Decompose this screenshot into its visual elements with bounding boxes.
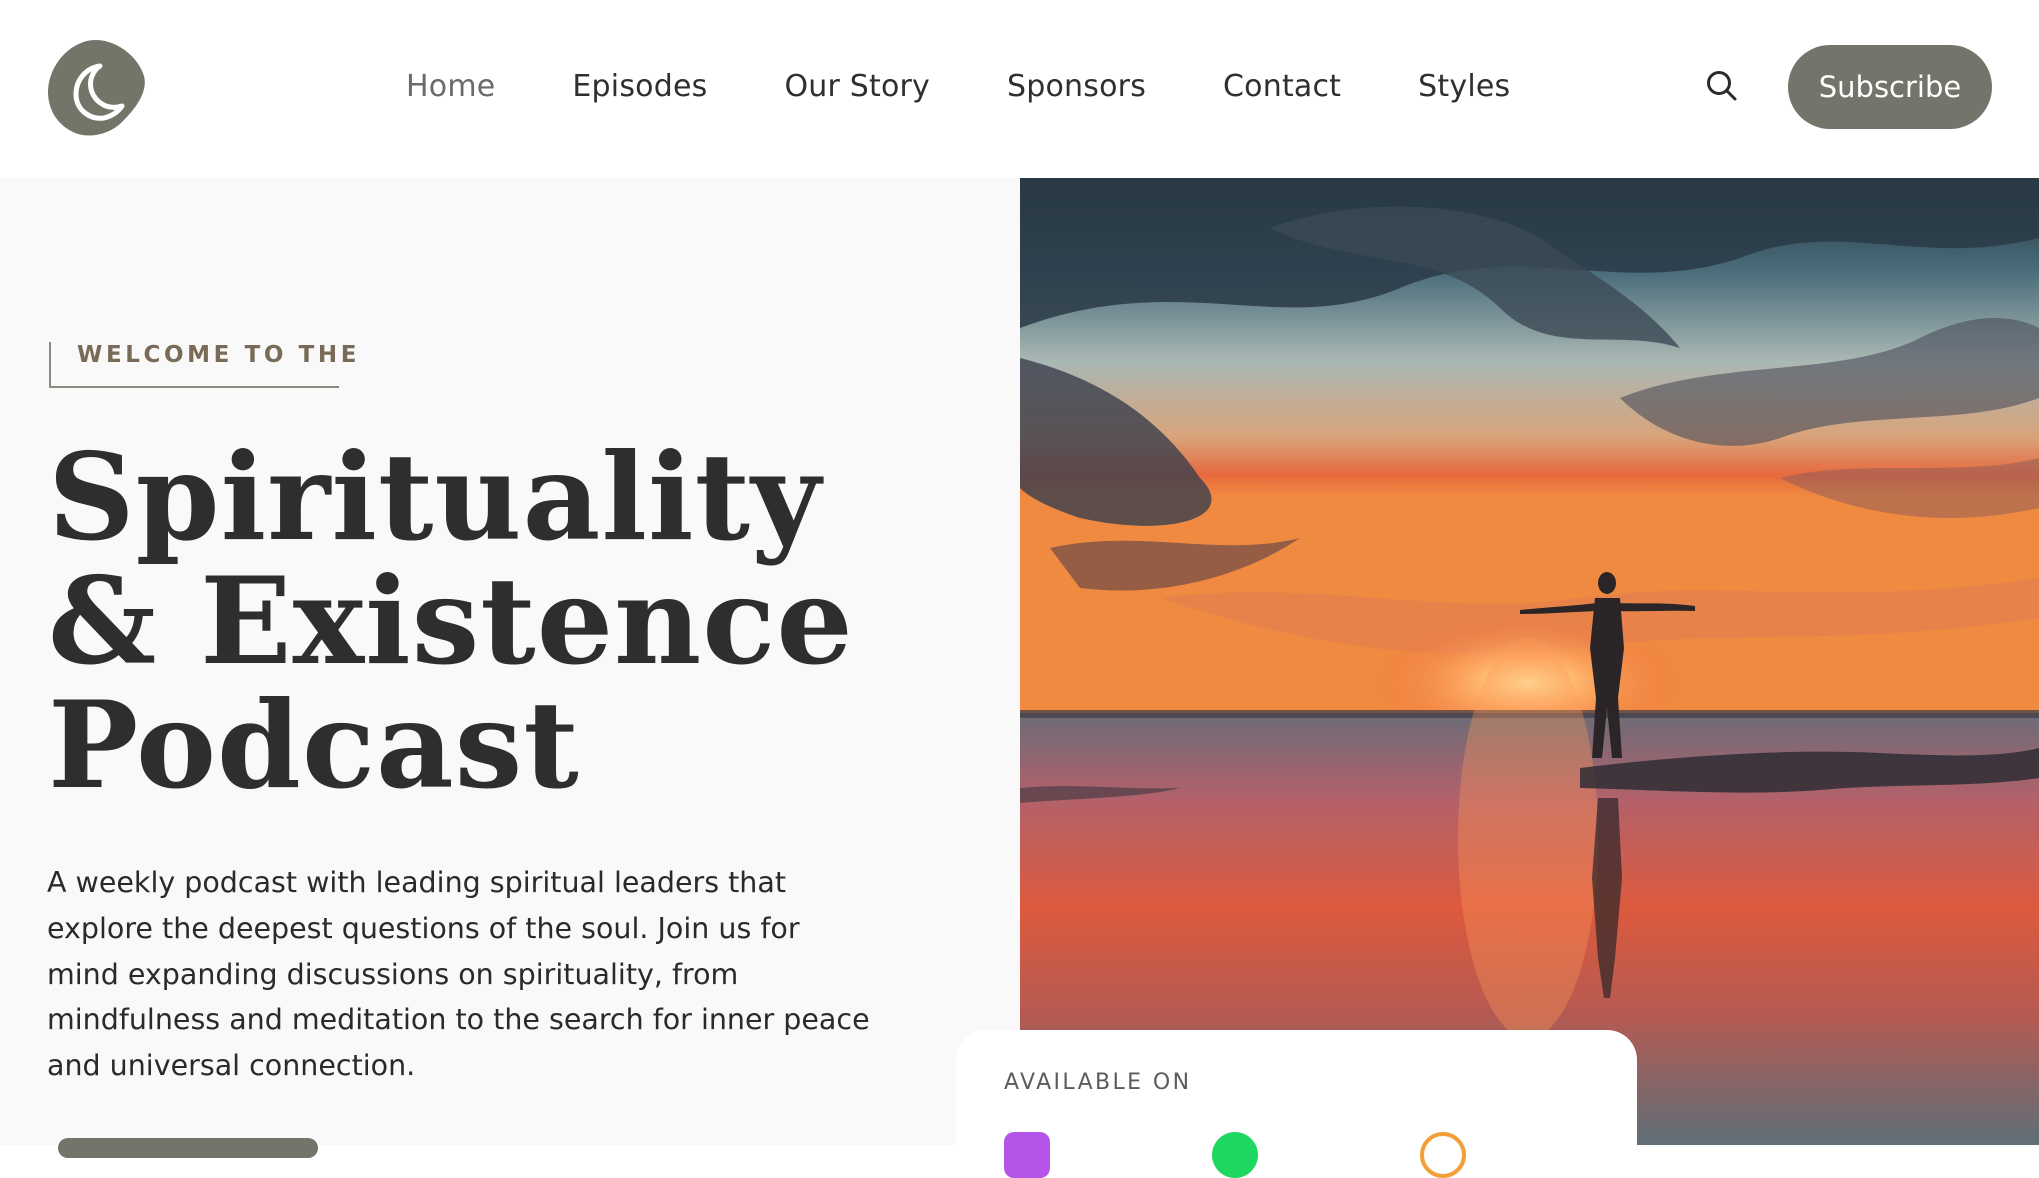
moon-icon — [48, 40, 145, 136]
hero-image — [1020, 178, 2039, 1145]
site-header: Home Episodes Our Story Sponsors Contact… — [0, 0, 2039, 178]
subscribe-button[interactable]: Subscribe — [1788, 45, 1992, 129]
nav-episodes[interactable]: Episodes — [572, 69, 707, 104]
available-on-card: AVAILABLE ON — [956, 1030, 1637, 1178]
search-button[interactable] — [1704, 68, 1740, 104]
nav-sponsors[interactable]: Sponsors — [1007, 69, 1146, 104]
hero-description: A weekly podcast with leading spiritual … — [47, 866, 870, 1083]
nav-our-story[interactable]: Our Story — [784, 69, 930, 104]
spotify-icon[interactable] — [1212, 1132, 1258, 1178]
main-nav: Home Episodes Our Story Sponsors Contact… — [406, 58, 1587, 114]
available-on-label: AVAILABLE ON — [1004, 1070, 1192, 1095]
eyebrow-text: WELCOME TO THE — [77, 342, 361, 368]
title-line: & Existence — [48, 551, 854, 692]
logo-home-link[interactable] — [46, 36, 148, 138]
page-title: Spirituality & Existence Podcast — [48, 436, 948, 808]
google-podcasts-icon[interactable] — [1420, 1132, 1466, 1178]
nav-home[interactable]: Home — [406, 69, 495, 104]
nav-styles[interactable]: Styles — [1418, 69, 1510, 104]
nav-contact[interactable]: Contact — [1223, 69, 1341, 104]
title-line: Podcast — [48, 675, 580, 816]
listen-button[interactable] — [58, 1138, 318, 1158]
title-line: Spirituality — [48, 427, 822, 568]
sunset-beach-image — [1020, 178, 2039, 1145]
search-icon — [1707, 71, 1737, 101]
apple-podcasts-icon[interactable] — [1004, 1132, 1050, 1178]
